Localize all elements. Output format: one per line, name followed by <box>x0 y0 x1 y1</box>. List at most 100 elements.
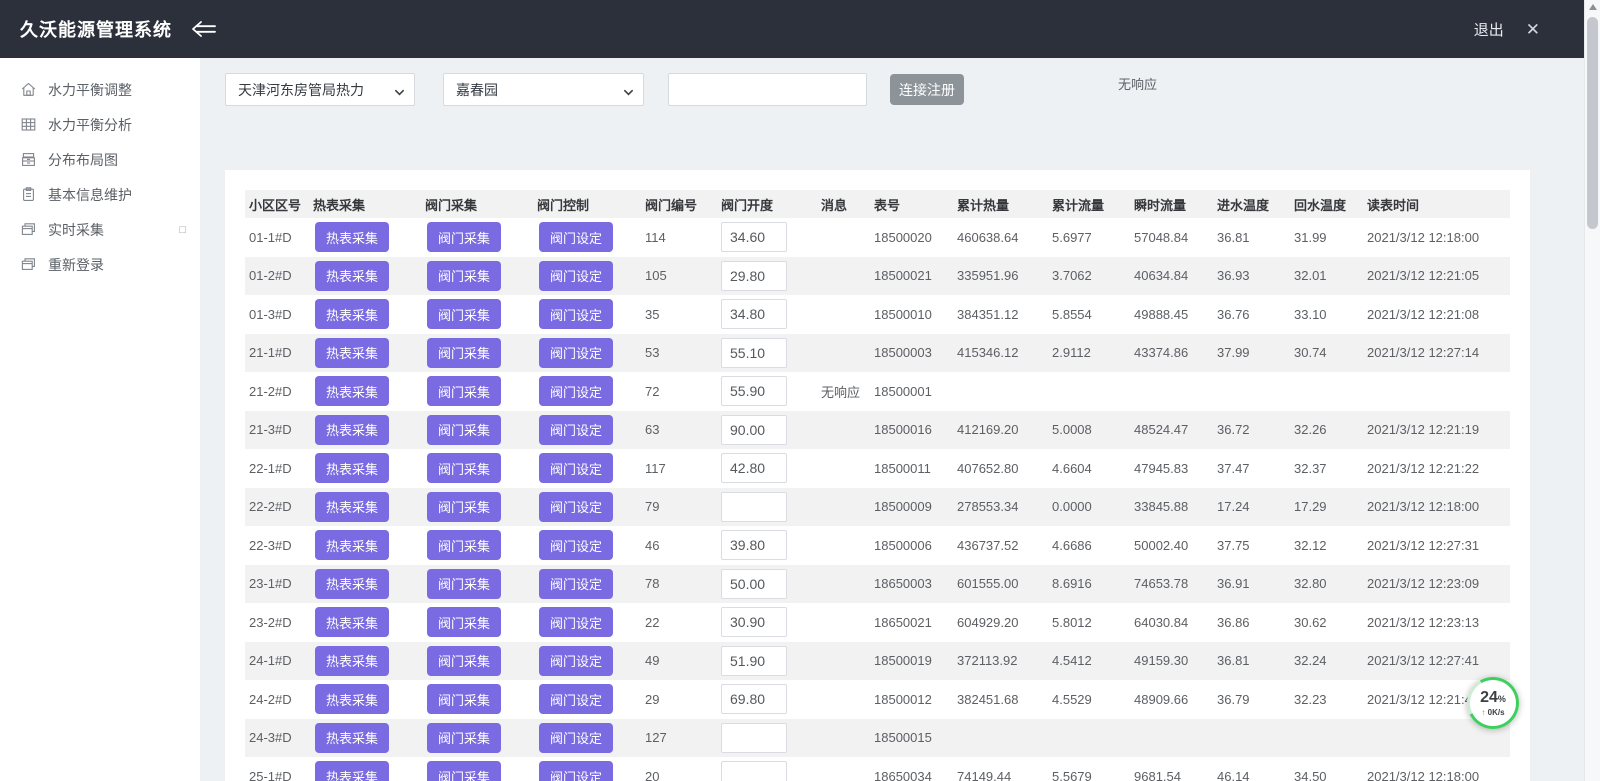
sidebar-item-label: 基本信息维护 <box>48 185 132 205</box>
valve-set-button[interactable]: 阀门设定 <box>539 338 613 368</box>
valve-collect-button[interactable]: 阀门采集 <box>427 299 501 329</box>
meter-number-cell: 18500019 <box>870 653 953 668</box>
valve-collect-button[interactable]: 阀门采集 <box>427 222 501 252</box>
heat-meter-collect-button[interactable]: 热表采集 <box>315 222 389 252</box>
meter-number-cell: 18650034 <box>870 769 953 781</box>
valve-set-button[interactable]: 阀门设定 <box>539 530 613 560</box>
valve-collect-button[interactable]: 阀门采集 <box>427 261 501 291</box>
valve-set-button[interactable]: 阀门设定 <box>539 646 613 676</box>
valve-collect-button[interactable]: 阀门采集 <box>427 646 501 676</box>
total-heat-cell: 412169.20 <box>953 422 1048 437</box>
valve-collect-button[interactable]: 阀门采集 <box>427 376 501 406</box>
heat-meter-collect-button[interactable]: 热表采集 <box>315 299 389 329</box>
read-time-cell: 2021/3/12 12:18:00 <box>1363 499 1510 514</box>
valve-number-cell: 22 <box>641 615 717 630</box>
valve-set-button[interactable]: 阀门设定 <box>539 299 613 329</box>
heat-meter-collect-button[interactable]: 热表采集 <box>315 492 389 522</box>
valve-collect-button[interactable]: 阀门采集 <box>427 684 501 714</box>
heat-meter-collect-button[interactable]: 热表采集 <box>315 453 389 483</box>
valve-collect-button[interactable]: 阀门采集 <box>427 723 501 753</box>
read-time-cell: 2021/3/12 12:27:41 <box>1363 653 1510 668</box>
logout-button[interactable]: 退出 <box>1474 19 1504 40</box>
valve-opening-input[interactable] <box>721 530 787 560</box>
network-speed-badge[interactable]: 24% ↑ 0K/s <box>1467 677 1519 729</box>
heat-meter-collect-button[interactable]: 热表采集 <box>315 761 389 781</box>
valve-set-button[interactable]: 阀门设定 <box>539 723 613 753</box>
read-time-cell: 2021/3/12 12:21:05 <box>1363 268 1510 283</box>
valve-opening-input[interactable] <box>721 453 787 483</box>
heat-meter-collect-button[interactable]: 热表采集 <box>315 530 389 560</box>
sidebar-item-水力平衡调整[interactable]: 水力平衡调整 <box>0 72 200 107</box>
valve-opening-input[interactable] <box>721 761 787 781</box>
valve-opening-input[interactable] <box>721 723 787 753</box>
valve-collect-button[interactable]: 阀门采集 <box>427 530 501 560</box>
heat-meter-collect-button[interactable]: 热表采集 <box>315 684 389 714</box>
scrollbar-thumb[interactable] <box>1587 17 1598 229</box>
instant-flow-cell: 49159.30 <box>1130 653 1213 668</box>
community-select[interactable]: 嘉春园 <box>443 73 644 106</box>
valve-collect-button[interactable]: 阀门采集 <box>427 761 501 781</box>
return-temp-cell: 30.74 <box>1290 345 1363 360</box>
heat-meter-collect-button[interactable]: 热表采集 <box>315 415 389 445</box>
valve-set-button[interactable]: 阀门设定 <box>539 761 613 781</box>
vertical-scrollbar[interactable] <box>1584 0 1600 781</box>
close-icon[interactable]: ✕ <box>1526 21 1540 38</box>
chevron-down-icon <box>623 85 634 96</box>
valve-set-button[interactable]: 阀门设定 <box>539 415 613 445</box>
valve-opening-input[interactable] <box>721 222 787 252</box>
register-input[interactable] <box>668 73 867 106</box>
column-header: 消息 <box>817 195 870 214</box>
valve-set-button[interactable]: 阀门设定 <box>539 222 613 252</box>
valve-collect-button[interactable]: 阀门采集 <box>427 492 501 522</box>
total-heat-cell: 372113.92 <box>953 653 1048 668</box>
heat-meter-collect-button[interactable]: 热表采集 <box>315 338 389 368</box>
sidebar-item-分布布局图[interactable]: 分布布局图 <box>0 142 200 177</box>
table-row: 23-2#D 热表采集 阀门采集 阀门设定 22 18650021 604929… <box>245 603 1510 642</box>
valve-collect-button[interactable]: 阀门采集 <box>427 607 501 637</box>
valve-set-button[interactable]: 阀门设定 <box>539 261 613 291</box>
heat-meter-collect-button[interactable]: 热表采集 <box>315 607 389 637</box>
valve-collect-button[interactable]: 阀门采集 <box>427 569 501 599</box>
heat-meter-collect-button[interactable]: 热表采集 <box>315 723 389 753</box>
valve-opening-input[interactable] <box>721 492 787 522</box>
heat-meter-collect-button[interactable]: 热表采集 <box>315 261 389 291</box>
scroll-up-arrow[interactable] <box>1589 4 1597 10</box>
valve-set-button[interactable]: 阀门设定 <box>539 569 613 599</box>
valve-collect-button[interactable]: 阀门采集 <box>427 415 501 445</box>
valve-opening-input[interactable] <box>721 299 787 329</box>
table-row: 22-3#D 热表采集 阀门采集 阀门设定 46 18500006 436737… <box>245 526 1510 565</box>
table-row: 21-3#D 热表采集 阀门采集 阀门设定 63 18500016 412169… <box>245 411 1510 450</box>
heat-meter-collect-button[interactable]: 热表采集 <box>315 646 389 676</box>
sidebar-item-label: 水力平衡调整 <box>48 80 132 100</box>
valve-opening-input[interactable] <box>721 607 787 637</box>
heat-meter-collect-button[interactable]: 热表采集 <box>315 569 389 599</box>
valve-set-button[interactable]: 阀门设定 <box>539 607 613 637</box>
total-flow-cell: 3.7062 <box>1048 268 1130 283</box>
valve-opening-input[interactable] <box>721 338 787 368</box>
sidebar-item-水力平衡分析[interactable]: 水力平衡分析 <box>0 107 200 142</box>
valve-collect-button[interactable]: 阀门采集 <box>427 338 501 368</box>
valve-opening-input[interactable] <box>721 569 787 599</box>
valve-collect-button[interactable]: 阀门采集 <box>427 453 501 483</box>
valve-opening-input[interactable] <box>721 376 787 406</box>
connect-register-button[interactable]: 连接注册 <box>890 74 964 105</box>
sidebar-item-实时采集[interactable]: 实时采集 □ <box>0 212 200 247</box>
valve-set-button[interactable]: 阀门设定 <box>539 492 613 522</box>
read-time-cell: 2021/3/12 12:27:31 <box>1363 538 1510 553</box>
heat-meter-collect-button[interactable]: 热表采集 <box>315 376 389 406</box>
valve-opening-input[interactable] <box>721 646 787 676</box>
station-select[interactable]: 天津河东房管局热力 <box>225 73 415 106</box>
network-speed-badge-inner: 24% ↑ 0K/s <box>1470 680 1516 726</box>
valve-opening-input[interactable] <box>721 415 787 445</box>
valve-set-button[interactable]: 阀门设定 <box>539 453 613 483</box>
valve-opening-input[interactable] <box>721 261 787 291</box>
instant-flow-cell: 40634.84 <box>1130 268 1213 283</box>
collapse-menu-icon[interactable] <box>188 20 218 38</box>
sidebar-item-基本信息维护[interactable]: 基本信息维护 <box>0 177 200 212</box>
valve-set-button[interactable]: 阀门设定 <box>539 684 613 714</box>
valve-opening-input[interactable] <box>721 684 787 714</box>
valve-set-button[interactable]: 阀门设定 <box>539 376 613 406</box>
total-heat-cell: 74149.44 <box>953 769 1048 781</box>
clipboard-icon <box>20 186 37 203</box>
sidebar-item-重新登录[interactable]: 重新登录 <box>0 247 200 282</box>
